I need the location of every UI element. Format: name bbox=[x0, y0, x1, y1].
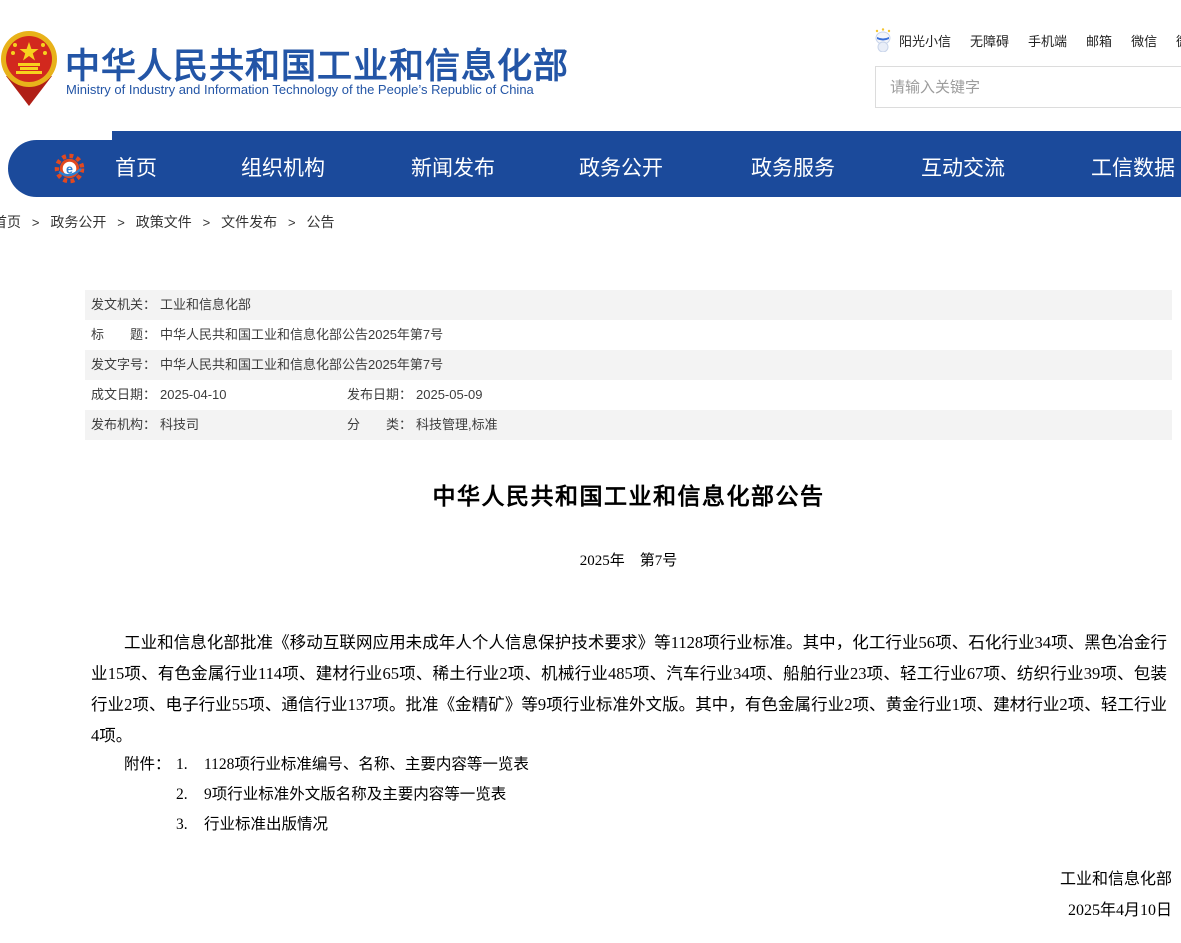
breadcrumb-home[interactable]: 首页 bbox=[0, 214, 21, 230]
signature-agency: 工业和信息化部 bbox=[1060, 864, 1172, 895]
quick-link-mobile[interactable]: 手机端 bbox=[1028, 31, 1067, 50]
quick-link-sunshine[interactable]: 阳光小信 bbox=[899, 31, 951, 50]
quick-link-wechat[interactable]: 微信 bbox=[1131, 31, 1157, 50]
meta-value: 2025-04-10 bbox=[160, 387, 227, 402]
attachment-number: 2. bbox=[176, 780, 204, 810]
breadcrumb-announcement[interactable]: 公告 bbox=[307, 214, 335, 230]
meta-label: 发文机关： bbox=[91, 297, 156, 312]
quick-link-mail[interactable]: 邮箱 bbox=[1086, 31, 1112, 50]
document-meta-table: 发文机关： 工业和信息化部 标 题： 中华人民共和国工业和信息化部公告2025年第7… bbox=[85, 290, 1172, 440]
attachment-number: 1. bbox=[176, 750, 204, 780]
attachment-link-3[interactable]: 行业标准出版情况 bbox=[204, 810, 328, 840]
site-subtitle: Ministry of Industry and Information Tec… bbox=[66, 82, 534, 97]
meta-label: 发布日期： bbox=[347, 387, 412, 402]
attachments: 附件： 1. 1128项行业标准编号、名称、主要内容等一览表 2. 9项行业标准… bbox=[124, 750, 529, 840]
breadcrumb-separator: > bbox=[117, 215, 125, 230]
meta-label: 分 类： bbox=[347, 417, 412, 432]
attachment-item: 3. 行业标准出版情况 bbox=[176, 810, 529, 840]
meta-value: 科技管理,标准 bbox=[416, 417, 498, 432]
attachment-item: 2. 9项行业标准外文版名称及主要内容等一览表 bbox=[176, 780, 529, 810]
meta-row-doc-number: 发文字号： 中华人民共和国工业和信息化部公告2025年第7号 bbox=[85, 350, 1172, 380]
breadcrumb-separator: > bbox=[32, 215, 40, 230]
nav-item-home[interactable]: 首页 bbox=[115, 140, 157, 197]
national-emblem-icon bbox=[0, 26, 58, 106]
nav-item-interaction[interactable]: 互动交流 bbox=[921, 140, 1005, 197]
nav-item-news[interactable]: 新闻发布 bbox=[411, 140, 495, 197]
meta-value: 中华人民共和国工业和信息化部公告2025年第7号 bbox=[160, 327, 443, 342]
meta-label: 标 题： bbox=[91, 327, 156, 342]
nav-item-data[interactable]: 工信数据 bbox=[1091, 140, 1175, 197]
signature-date: 2025年4月10日 bbox=[1060, 895, 1172, 926]
document-body: 工业和信息化部批准《移动互联网应用未成年人个人信息保护技术要求》等1128项行业… bbox=[91, 627, 1167, 751]
meta-value: 2025-05-09 bbox=[416, 387, 483, 402]
breadcrumb-file-release[interactable]: 文件发布 bbox=[221, 214, 277, 230]
meta-value: 科技司 bbox=[160, 417, 199, 432]
attachment-number: 3. bbox=[176, 810, 204, 840]
meta-col2: 分 类： 科技管理,标准 bbox=[347, 410, 498, 440]
page: 中华人民共和国工业和信息化部 Ministry of Industry and … bbox=[0, 0, 1181, 943]
svg-text:e: e bbox=[66, 162, 73, 176]
miit-gear-logo-icon: e bbox=[54, 153, 85, 184]
breadcrumb-gov-open[interactable]: 政务公开 bbox=[50, 214, 106, 230]
meta-row-title: 标 题： 中华人民共和国工业和信息化部公告2025年第7号 bbox=[85, 320, 1172, 350]
nav-item-organization[interactable]: 组织机构 bbox=[241, 140, 325, 197]
meta-value: 工业和信息化部 bbox=[160, 297, 251, 312]
breadcrumb: 首页 > 政务公开 > 政策文件 > 文件发布 > 公告 bbox=[0, 212, 335, 232]
quick-link-accessibility[interactable]: 无障碍 bbox=[970, 31, 1009, 50]
mascot-icon bbox=[874, 28, 892, 52]
meta-col2: 发布日期： 2025-05-09 bbox=[347, 380, 483, 410]
attachments-label: 附件： bbox=[124, 750, 176, 840]
attachments-list: 1. 1128项行业标准编号、名称、主要内容等一览表 2. 9项行业标准外文版名… bbox=[176, 750, 529, 840]
breadcrumb-separator: > bbox=[203, 215, 211, 230]
search-input[interactable] bbox=[876, 67, 1181, 107]
meta-label: 发文字号： bbox=[91, 357, 156, 372]
signature-block: 工业和信息化部 2025年4月10日 bbox=[1060, 864, 1172, 926]
meta-label: 成文日期： bbox=[91, 387, 156, 402]
attachment-item: 1. 1128项行业标准编号、名称、主要内容等一览表 bbox=[176, 750, 529, 780]
meta-row-issuing-agency: 发文机关： 工业和信息化部 bbox=[85, 290, 1172, 320]
attachment-link-1[interactable]: 1128项行业标准编号、名称、主要内容等一览表 bbox=[204, 750, 529, 780]
document-title: 中华人民共和国工业和信息化部公告 bbox=[85, 477, 1172, 511]
search-box bbox=[875, 66, 1181, 108]
nav-item-gov-open[interactable]: 政务公开 bbox=[579, 140, 663, 197]
issue-number: 2025年 第7号 bbox=[85, 549, 1172, 570]
quick-link-weibo[interactable]: 微博 bbox=[1176, 31, 1181, 50]
breadcrumb-separator: > bbox=[288, 215, 296, 230]
breadcrumb-policy-files[interactable]: 政策文件 bbox=[136, 214, 192, 230]
meta-row-publisher: 发布机构： 科技司 分 类： 科技管理,标准 bbox=[85, 410, 1172, 440]
nav-item-gov-service[interactable]: 政务服务 bbox=[751, 140, 835, 197]
meta-label: 发布机构： bbox=[91, 417, 156, 432]
quick-links: 阳光小信 无障碍 手机端 邮箱 微信 微博 bbox=[874, 28, 1181, 52]
meta-value: 中华人民共和国工业和信息化部公告2025年第7号 bbox=[160, 357, 443, 372]
attachment-link-2[interactable]: 9项行业标准外文版名称及主要内容等一览表 bbox=[204, 780, 506, 810]
main-nav: e 首页 组织机构 新闻发布 政务公开 政务服务 互动交流 工信数据 bbox=[8, 140, 1181, 197]
meta-row-dates: 成文日期： 2025-04-10 发布日期： 2025-05-09 bbox=[85, 380, 1172, 410]
